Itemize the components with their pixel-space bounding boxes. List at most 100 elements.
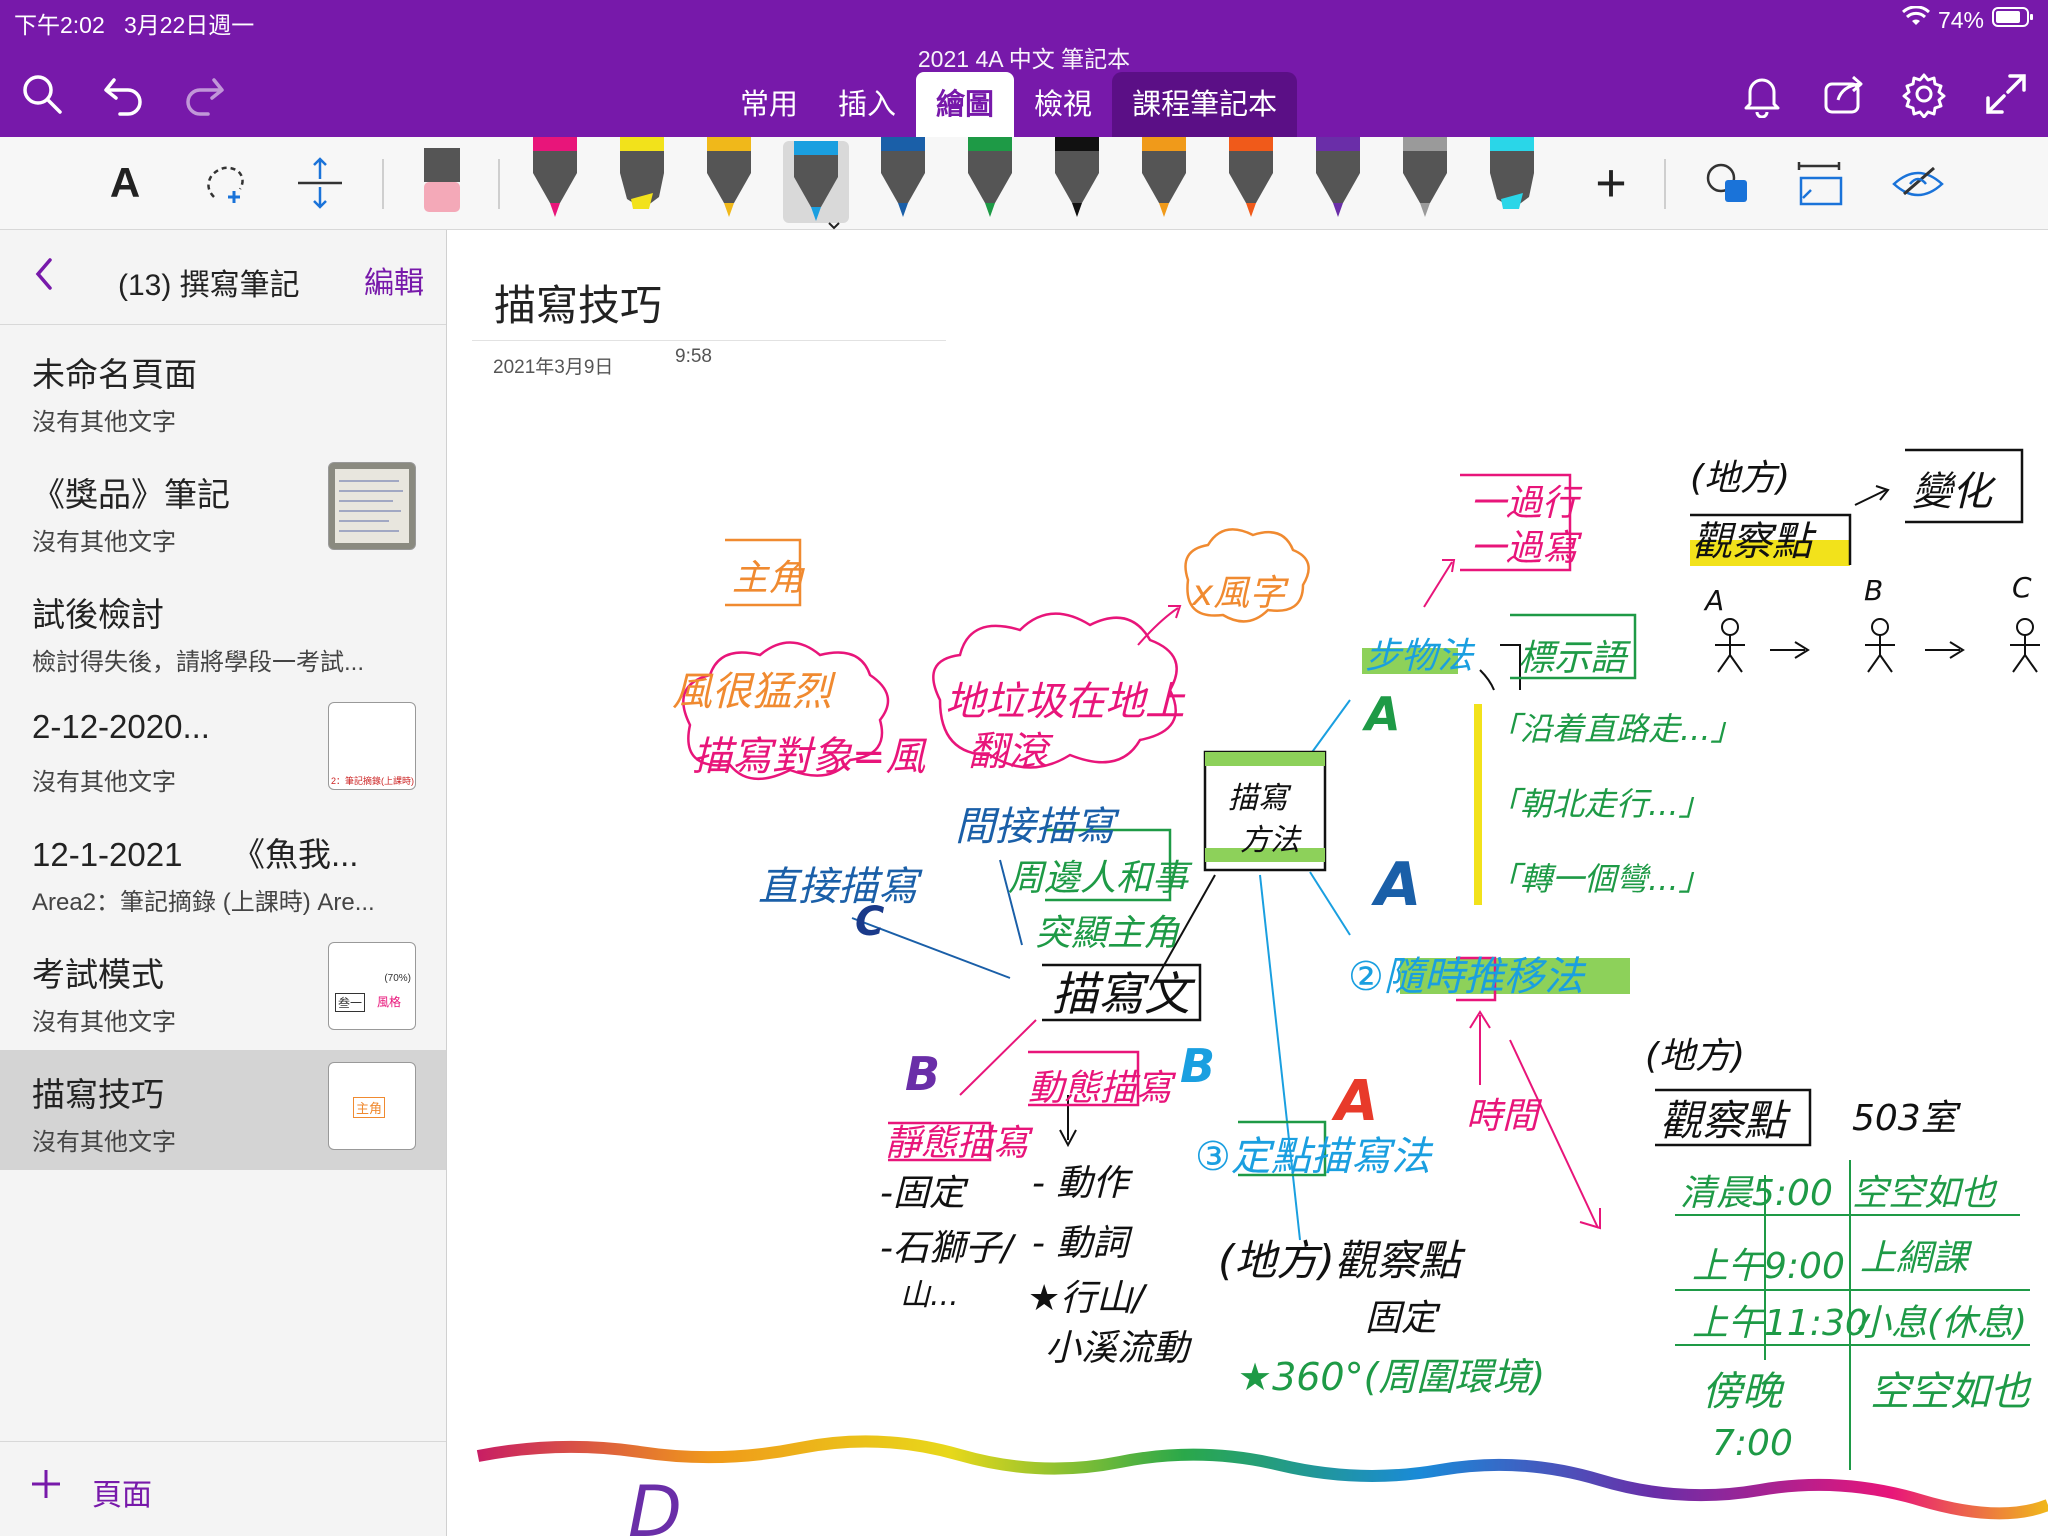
ink-text: 變化 xyxy=(1912,469,1997,515)
tab-view[interactable]: 檢視 xyxy=(1014,72,1112,137)
tab-class-notebook[interactable]: 課程筆記本 xyxy=(1112,72,1298,137)
ink-text: 7:00 xyxy=(1712,1423,1793,1464)
toolbar-divider xyxy=(498,159,500,209)
ink-text: 固定 xyxy=(1365,1298,1441,1339)
status-bar-left: 下午2:02 3月22日週一 xyxy=(14,6,254,40)
draw-toolbar: A + xyxy=(0,137,2048,230)
thumbnail-text: (70%) xyxy=(384,973,411,984)
add-space-icon[interactable] xyxy=(290,137,350,229)
pen-color-5[interactable] xyxy=(870,137,936,229)
page-item[interactable]: 《獎品》筆記 沒有其他文字 xyxy=(0,450,446,570)
edit-button[interactable]: 編輯 xyxy=(364,258,424,302)
ink-to-text-icon[interactable] xyxy=(1792,137,1848,229)
ink-to-shape-icon[interactable] xyxy=(1700,137,1756,229)
pen-color-2[interactable] xyxy=(609,137,675,229)
ink-text: 503室 xyxy=(1852,1098,1962,1139)
ink-text: 一過行 xyxy=(1470,483,1583,524)
tab-insert[interactable]: 插入 xyxy=(818,72,916,137)
redo-icon[interactable] xyxy=(180,70,228,118)
ink-text: C xyxy=(855,899,884,945)
ink-text: 上網課 xyxy=(1860,1238,1973,1279)
pen-color-7[interactable] xyxy=(1044,137,1110,229)
ink-text: A xyxy=(1362,687,1401,741)
ink-text: 周邊人和事 xyxy=(1008,858,1193,899)
pen-color-9[interactable] xyxy=(1218,137,1284,229)
ink-text: 空空如也 xyxy=(1870,1369,2032,1415)
ink-text: 時間 xyxy=(1466,1096,1543,1137)
page-list-footer: 頁面 xyxy=(0,1441,446,1536)
plus-icon[interactable] xyxy=(30,1468,62,1508)
thumbnail-text: 風格 xyxy=(377,995,402,1009)
pen-color-8[interactable] xyxy=(1131,137,1197,229)
page-thumbnail: (70%) 叁一 風格 xyxy=(328,942,416,1030)
page-item[interactable]: 考試模式 沒有其他文字 (70%) 叁一 風格 xyxy=(0,930,446,1050)
ink-text: 間接描寫 xyxy=(955,804,1120,850)
undo-icon[interactable] xyxy=(100,70,148,118)
ink-text: ②隨時推移法 xyxy=(1348,954,1587,1000)
page-thumbnail: 主角 xyxy=(328,1062,416,1150)
toolbar-divider xyxy=(1664,159,1666,209)
ink-text: 空空如也 xyxy=(1852,1173,1998,1214)
page-time: 9:58 xyxy=(675,346,712,367)
pen-color-12[interactable] xyxy=(1479,137,1545,229)
battery-icon xyxy=(1992,6,2034,34)
page-title[interactable]: 描寫技巧 xyxy=(494,272,662,333)
ink-text: 翻滾 xyxy=(968,729,1054,775)
add-page-button[interactable]: 頁面 xyxy=(92,1470,152,1514)
pen-color-11[interactable] xyxy=(1392,137,1458,229)
section-header: (13) 撰寫筆記 編輯 xyxy=(0,230,446,325)
ink-text: (地方) xyxy=(1645,1036,1745,1077)
ink-text: 「沿着直路走...」 xyxy=(1488,710,1743,748)
tab-home[interactable]: 常用 xyxy=(720,72,818,137)
ink-text: A xyxy=(1371,850,1421,920)
thumbnail-text: 主角 xyxy=(353,1097,386,1118)
lasso-select-icon[interactable] xyxy=(196,137,256,229)
eraser-icon[interactable] xyxy=(412,137,472,229)
ink-text: (地方) xyxy=(1690,458,1790,499)
section-title: (13) 撰寫筆記 xyxy=(118,269,300,302)
chevron-left-icon[interactable] xyxy=(30,254,58,304)
pen-color-4[interactable] xyxy=(783,141,849,230)
page-item[interactable]: 未命名頁面 沒有其他文字 xyxy=(0,330,446,450)
share-icon[interactable] xyxy=(1820,70,1868,118)
expand-icon[interactable] xyxy=(1982,70,2030,118)
ink-canvas[interactable]: 主角 風很猛烈 描寫對象=風 x風字 地垃圾在地上 翻滾 間接描寫 直接描寫 C… xyxy=(448,440,2048,1536)
ink-text: 描寫 xyxy=(1228,781,1292,816)
rainbow-ink-stroke xyxy=(476,1435,2048,1520)
ink-text: D xyxy=(628,1471,682,1536)
status-time: 下午2:02 xyxy=(14,12,105,38)
ink-text: B xyxy=(1180,1039,1215,1093)
wifi-icon xyxy=(1901,5,1930,34)
page-thumbnail xyxy=(328,462,416,550)
pen-color-6[interactable] xyxy=(957,137,1023,229)
add-pen-icon[interactable]: + xyxy=(1584,137,1638,229)
page-date: 2021年3月9日 xyxy=(493,357,614,378)
toolbar-divider xyxy=(382,159,384,209)
page-item[interactable]: 2-12-2020... 沒有其他文字 2：筆記摘錄(上課時) xyxy=(0,690,446,810)
search-icon[interactable] xyxy=(18,70,66,118)
page-list-pane: (13) 撰寫筆記 編輯 未命名頁面 沒有其他文字 《獎品》筆記 沒有其他文字 … xyxy=(0,230,447,1536)
title-bar: 下午2:02 3月22日週一 74% 2021 4A 中文 筆記本 常用 插入 … xyxy=(0,0,2048,137)
tab-draw[interactable]: 繪圖 xyxy=(916,72,1015,137)
ink-text: ★行山/ xyxy=(1028,1278,1148,1319)
ink-text: 上午11:30 xyxy=(1692,1303,1868,1344)
ink-text: ★360°(周圍環境) xyxy=(1238,1355,1545,1399)
gear-icon[interactable] xyxy=(1900,70,1948,119)
ink-text: 動態描寫 xyxy=(1028,1068,1177,1109)
ribbon-tabs: 常用 插入 繪圖 檢視 課程筆記本 xyxy=(720,72,1298,137)
text-mode-button[interactable]: A xyxy=(100,137,150,229)
ink-replay-icon[interactable] xyxy=(1888,137,1948,229)
page-item[interactable]: 試後檢討 檢討得失後，請將學段一考試... xyxy=(0,570,446,690)
page-item-selected[interactable]: 描寫技巧 沒有其他文字 主角 xyxy=(0,1050,446,1170)
ink-text: A xyxy=(1703,584,1724,617)
pen-color-3[interactable] xyxy=(696,137,762,229)
bell-icon[interactable] xyxy=(1738,70,1786,119)
ink-text: - 動詞 xyxy=(1032,1223,1133,1264)
ink-text: ③定點描寫法 xyxy=(1195,1134,1434,1180)
pen-color-1[interactable] xyxy=(522,137,588,229)
ink-text: 上午9:00 xyxy=(1692,1246,1845,1287)
pen-color-10[interactable] xyxy=(1305,137,1371,229)
ink-text: 靜態描寫 xyxy=(885,1123,1034,1164)
page-item[interactable]: 12-1-2021 《魚我... Area2：筆記摘錄 (上課時) Are... xyxy=(0,810,446,930)
page-item-subtitle: 檢討得失後，請將學段一考試... xyxy=(32,649,365,676)
